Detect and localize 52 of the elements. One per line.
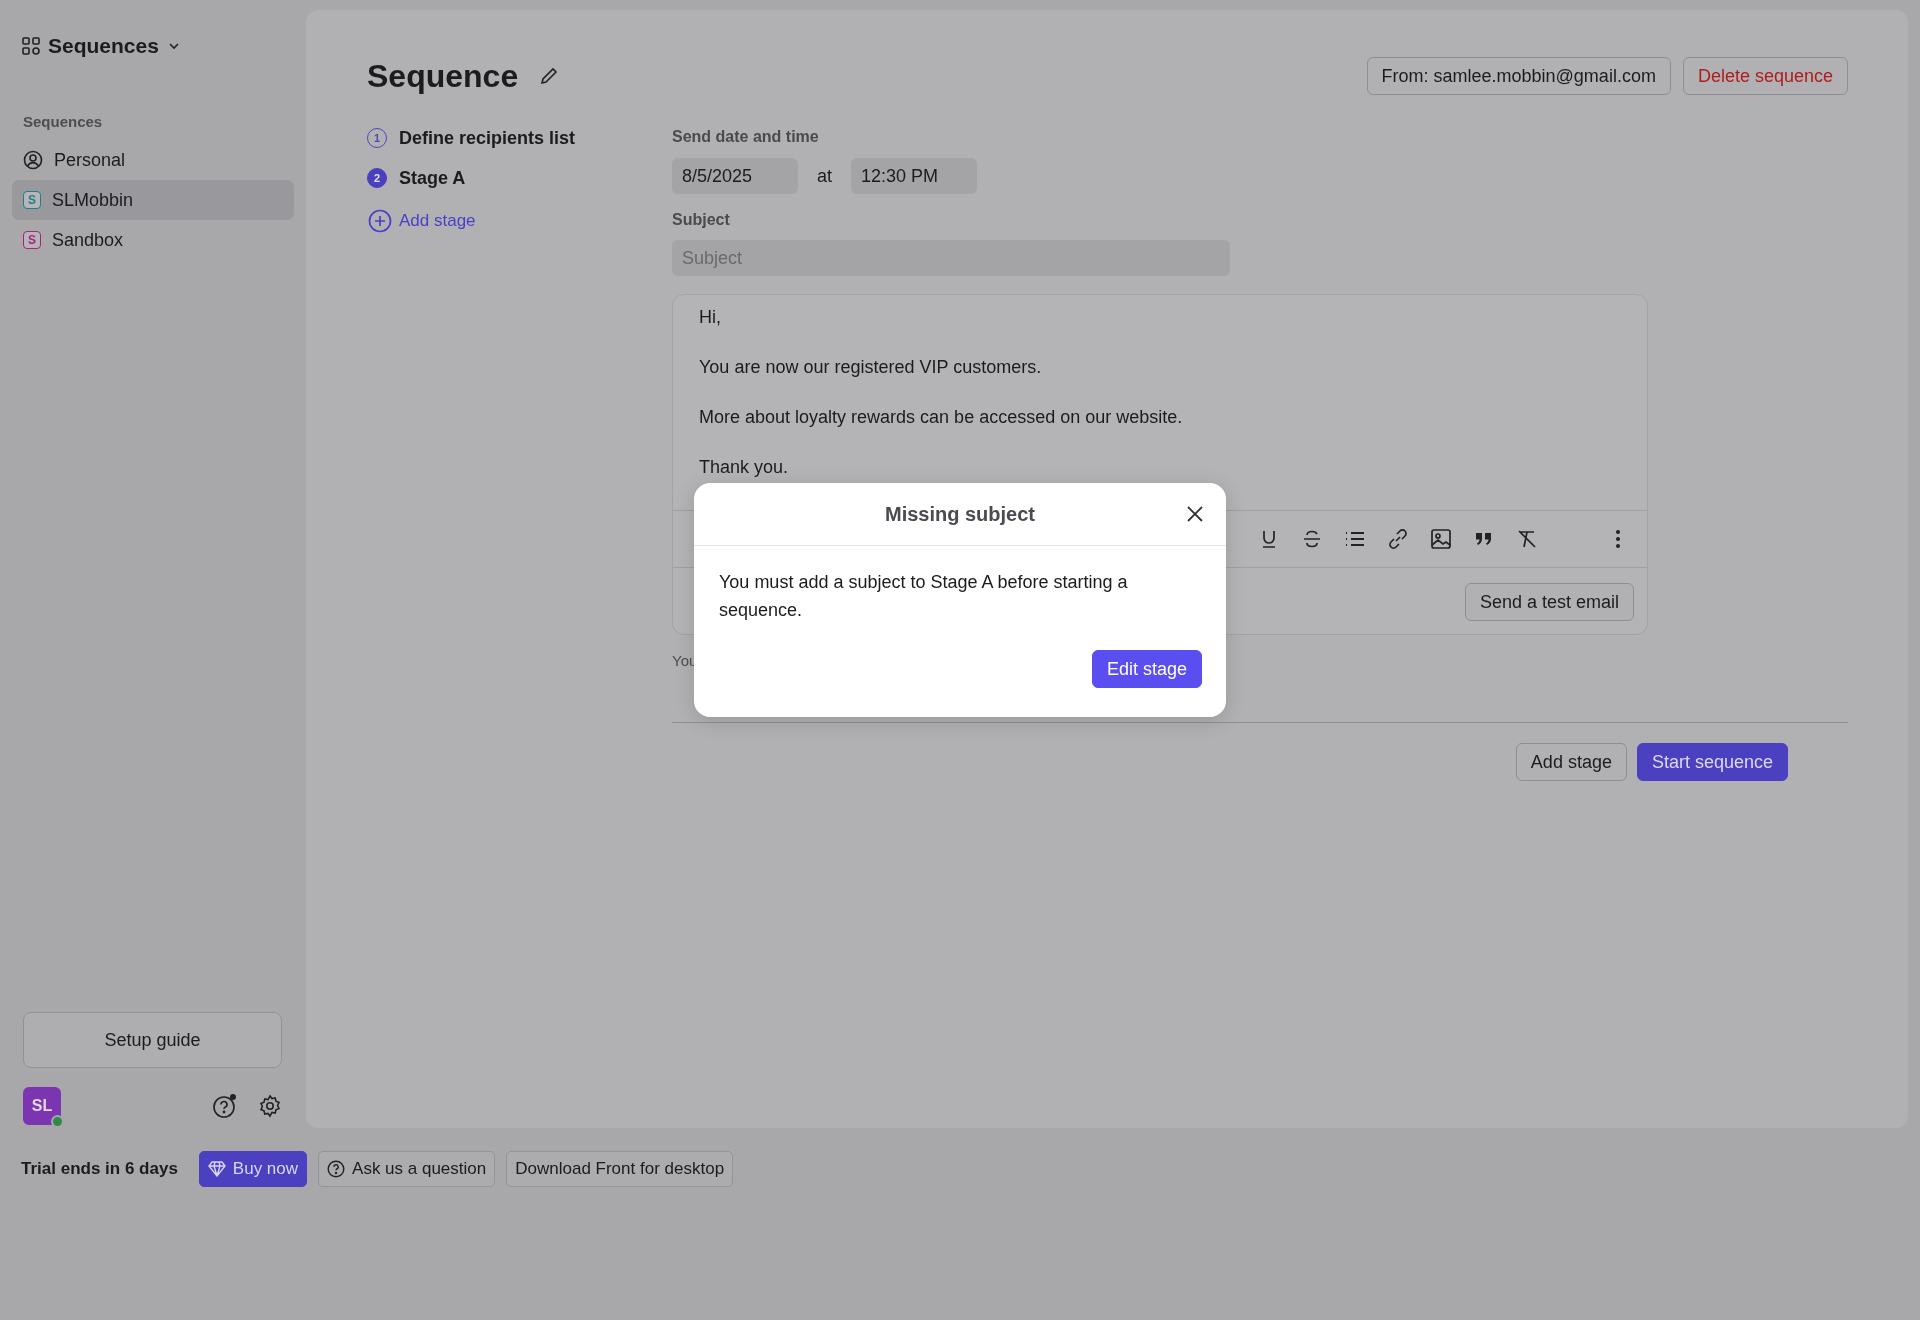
avatar[interactable]: SL — [23, 1087, 61, 1125]
from-button[interactable]: From: samlee.mobbin@gmail.com — [1366, 57, 1671, 95]
setup-guide-button[interactable]: Setup guide — [23, 1012, 282, 1068]
start-sequence-button[interactable]: Start sequence — [1636, 743, 1788, 781]
trial-text: Trial ends in 6 days — [21, 1159, 178, 1179]
send-test-email-button[interactable]: Send a test email — [1464, 583, 1634, 621]
subject-field[interactable]: Subject — [672, 240, 1230, 276]
help-icon — [327, 1160, 346, 1178]
date-field[interactable]: 8/5/2025 — [672, 158, 798, 194]
field-label: Subject — [672, 211, 731, 229]
image-icon[interactable] — [1430, 528, 1452, 550]
step-item[interactable]: 1 Define recipients list — [367, 118, 672, 158]
grid-icon — [22, 37, 40, 55]
body-text: Thank you. — [699, 457, 790, 477]
diamond-icon — [207, 1161, 226, 1177]
team-badge: S — [23, 231, 41, 249]
add-stage-button[interactable]: Add stage — [1515, 743, 1627, 781]
help-icon[interactable] — [212, 1093, 238, 1119]
item-label: Personal — [54, 149, 126, 171]
body-text: Hi, — [699, 307, 722, 327]
edit-stage-button[interactable]: Edit stage — [1091, 650, 1202, 688]
sequences-menu[interactable]: Sequences — [48, 34, 181, 58]
section-label: Sequences — [23, 113, 104, 130]
sidebar-item[interactable]: S Sandbox — [12, 220, 294, 260]
settings-icon[interactable] — [258, 1094, 282, 1118]
step-label: Define recipients list — [399, 127, 576, 149]
step-number: 2 — [367, 168, 387, 188]
close-icon[interactable] — [1186, 505, 1204, 523]
buy-now-button[interactable]: Buy now — [198, 1151, 308, 1187]
page-title: Sequence — [367, 57, 519, 95]
team-badge: S — [23, 191, 41, 209]
sidebar-item[interactable]: S SLMobbin — [12, 180, 294, 220]
dialog-title: Missing subject — [885, 502, 1035, 526]
step-item[interactable]: 2 Stage A — [367, 158, 672, 198]
dialog-message: You must add a subject to Stage A before starting a sequence. — [719, 571, 1129, 622]
item-label: Sandbox — [52, 229, 124, 251]
item-label: SLMobbin — [52, 189, 134, 211]
field-label: Send date and time — [672, 128, 820, 146]
at-label: at — [817, 165, 832, 187]
time-field[interactable]: 12:30 PM — [851, 158, 977, 194]
strikethrough-icon[interactable] — [1301, 528, 1323, 550]
body-text: More about loyalty rewards can be accessed on our website. — [699, 407, 1184, 427]
download-button[interactable]: Download Front for desktop — [506, 1151, 734, 1187]
body-text: You are now our registered VIP customers. — [699, 357, 1043, 377]
plus-circle-icon — [368, 209, 392, 233]
sidebar-item[interactable]: Personal — [12, 140, 294, 180]
clear-format-icon[interactable] — [1516, 528, 1538, 550]
ask-question-button[interactable]: Ask us a question — [318, 1151, 496, 1187]
step-label: Stage A — [399, 167, 466, 189]
user-icon — [23, 150, 43, 170]
link-icon[interactable] — [1387, 528, 1409, 550]
more-icon[interactable] — [1615, 528, 1621, 550]
